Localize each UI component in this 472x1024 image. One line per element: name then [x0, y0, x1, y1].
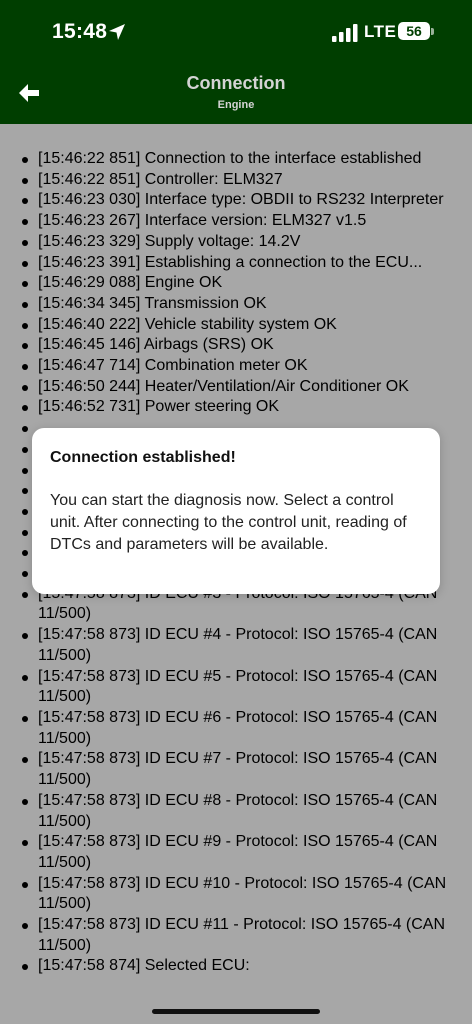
dialog-message: You can start the diagnosis now. Select … — [50, 492, 407, 553]
page-subtitle: Engine — [217, 99, 255, 111]
log-item: [15:46:29 088] Engine OK — [22, 273, 458, 294]
log-item: [15:46:23 030] Interface type: OBDII to … — [22, 190, 458, 211]
log-item: [15:47:58 873] ID ECU #5 - Protocol: ISO… — [22, 667, 458, 708]
log-item: [15:46:23 391] Establishing a connection… — [22, 253, 458, 274]
cellular-signal-icon — [332, 24, 358, 42]
title-block: Connection Engine — [0, 72, 472, 111]
network-type: LTE — [364, 22, 397, 41]
log-item: [15:47:58 873] ID ECU #11 - Protocol: IS… — [22, 915, 458, 956]
log-item: [15:46:45 146] Airbags (SRS) OK — [22, 335, 458, 356]
log-item: [15:47:58 873] ID ECU #6 - Protocol: ISO… — [22, 708, 458, 749]
battery-tip — [431, 28, 434, 35]
connection-dialog[interactable]: Connection established! You can start th… — [32, 428, 440, 594]
connection-screen: 15:48 LTE 56 Connection Engine [15:46:22… — [0, 0, 472, 1024]
home-indicator[interactable] — [152, 1009, 320, 1014]
log-item: [15:46:23 329] Supply voltage: 14.2V — [22, 232, 458, 253]
battery-icon: 56 — [398, 22, 436, 42]
log-item: [15:47:58 873] ID ECU #8 - Protocol: ISO… — [22, 791, 458, 832]
log-item: [15:46:22 851] Connection to the interfa… — [22, 149, 458, 170]
log-item: [15:46:40 222] Vehicle stability system … — [22, 315, 458, 336]
log-item: [15:47:58 873] ID ECU #7 - Protocol: ISO… — [22, 749, 458, 790]
log-item: [15:47:58 873] ID ECU #10 - Protocol: IS… — [22, 874, 458, 915]
log-item: [15:46:22 851] Controller: ELM327 — [22, 170, 458, 191]
log-item: [15:47:58 873] ID ECU #4 - Protocol: ISO… — [22, 625, 458, 666]
log-item: [15:46:34 345] Transmission OK — [22, 294, 458, 315]
log-item: [15:47:58 874] Selected ECU: — [22, 956, 458, 977]
app-header: 15:48 LTE 56 Connection Engine — [0, 0, 472, 124]
location-arrow-icon — [109, 24, 125, 40]
page-title: Connection — [186, 73, 286, 93]
log-item: [15:46:52 731] Power steering OK — [22, 397, 458, 418]
log-item: [15:46:50 244] Heater/Ventilation/Air Co… — [22, 377, 458, 398]
log-item: [15:46:47 714] Combination meter OK — [22, 356, 458, 377]
log-item: [15:46:23 267] Interface version: ELM327… — [22, 211, 458, 232]
log-item: [15:47:58 873] ID ECU #9 - Protocol: ISO… — [22, 832, 458, 873]
battery-level: 56 — [398, 22, 430, 40]
status-time: 15:48 — [52, 20, 108, 43]
dialog-title: Connection established! — [50, 449, 236, 466]
